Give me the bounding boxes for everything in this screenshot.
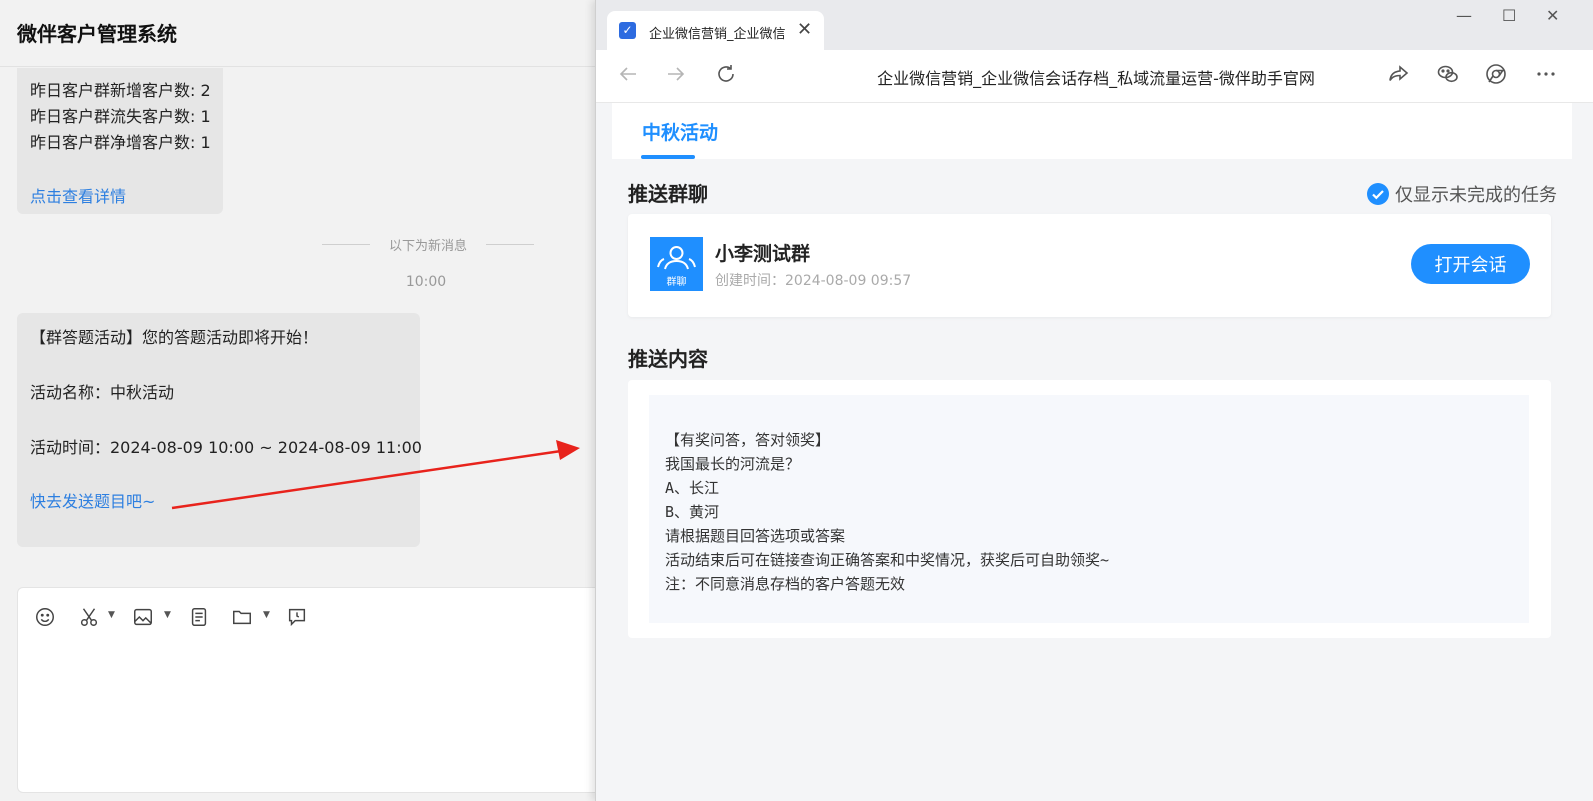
- tab-mid-autumn-activity[interactable]: 中秋活动: [642, 118, 718, 145]
- browser-window: ✓ 企业微信营销_企业微信 ✕ — ☐ ✕ 企业微信营销_企业微信会话存档_私域…: [595, 0, 1593, 801]
- page-content: 中秋活动 推送群聊 仅显示未完成的任务 群聊 小李测试群 创建时间：2024-0…: [596, 103, 1593, 801]
- browser-extension-icon[interactable]: [1484, 62, 1512, 90]
- chat-history-icon[interactable]: [286, 606, 312, 632]
- maximize-icon[interactable]: ☐: [1502, 6, 1516, 25]
- group-avatar: 群聊: [650, 237, 703, 291]
- header-divider: [0, 66, 600, 67]
- message-timestamp: 10:00: [405, 274, 447, 290]
- new-messages-divider: 以下为新消息: [388, 239, 467, 254]
- push-content-title: 推送内容: [628, 347, 708, 371]
- back-icon[interactable]: [616, 62, 644, 90]
- reload-icon[interactable]: [714, 62, 742, 90]
- group-card: 群聊 小李测试群 创建时间：2024-08-09 09:57 打开会话: [628, 214, 1551, 317]
- app-title: 微伴客户管理系统: [17, 22, 177, 46]
- active-tab-indicator: [641, 155, 695, 159]
- tab-title: 企业微信营销_企业微信: [649, 27, 786, 42]
- group-avatar-label: 群聊: [666, 277, 687, 288]
- push-content-card: 【有奖问答，答对领奖】 我国最长的河流是？ A、长江 B、黄河 请根据题目回答选…: [628, 380, 1551, 638]
- view-details-link[interactable]: 点击查看详情: [30, 183, 126, 207]
- divider-line-right: [486, 244, 534, 245]
- wechat-icon[interactable]: [1436, 62, 1464, 90]
- folder-dropdown-icon[interactable]: ▼: [263, 610, 270, 620]
- forward-icon[interactable]: [664, 62, 692, 90]
- site-favicon-icon: ✓: [619, 22, 636, 39]
- activity-tabs: 中秋活动: [612, 103, 1572, 159]
- content-line: 【有奖问答，答对领奖】: [665, 431, 831, 449]
- send-questions-link[interactable]: 快去发送题目吧~: [30, 488, 155, 512]
- stat-lost-customers: 昨日客户群流失客户数: 1: [30, 107, 211, 126]
- emoji-icon[interactable]: [34, 606, 60, 632]
- group-created-time: 创建时间：2024-08-09 09:57: [715, 273, 912, 289]
- content-line: B、黄河: [665, 503, 720, 521]
- push-group-title: 推送群聊: [628, 182, 708, 206]
- quiz-message-bubble: 【群答题活动】您的答题活动即将开始！ 活动名称：中秋活动 活动时间：2024-0…: [17, 313, 422, 547]
- open-conversation-button[interactable]: 打开会话: [1411, 244, 1530, 284]
- content-line: 注：不同意消息存档的客户答题无效: [665, 575, 906, 593]
- close-window-icon[interactable]: ✕: [1546, 6, 1559, 25]
- content-line: 请根据题目回答选项或答案: [665, 527, 846, 545]
- more-menu-icon[interactable]: [1534, 62, 1562, 90]
- divider-line-left: [322, 244, 370, 245]
- activity-time: 活动时间：2024-08-09 10:00 ~ 2024-08-09 11:00: [30, 438, 422, 457]
- content-line: 我国最长的河流是？: [665, 455, 801, 473]
- push-content-box: 【有奖问答，答对领奖】 我国最长的河流是？ A、长江 B、黄河 请根据题目回答选…: [649, 395, 1529, 623]
- address-bar[interactable]: 企业微信营销_企业微信会话存档_私域流量运营-微伴助手官网: [796, 65, 1396, 89]
- scissors-dropdown-icon[interactable]: ▼: [108, 610, 115, 620]
- document-icon[interactable]: [188, 606, 214, 632]
- chat-window: 微伴客户管理系统 昨日客户群新增客户数: 2 昨日客户群流失客户数: 1 昨日客…: [0, 0, 619, 801]
- content-line: 活动结束后可在链接查询正确答案和中奖情况，获奖后可自助领奖~: [665, 551, 1110, 569]
- folder-icon[interactable]: [231, 606, 257, 632]
- only-incomplete-label[interactable]: 仅显示未完成的任务: [1395, 181, 1557, 207]
- tab-close-icon[interactable]: ✕: [797, 19, 812, 40]
- navigation-bar: 企业微信营销_企业微信会话存档_私域流量运营-微伴助手官网: [596, 50, 1593, 103]
- content-line: A、长江: [665, 479, 720, 497]
- activity-name: 活动名称：中秋活动: [30, 383, 175, 402]
- tab-strip: ✓ 企业微信营销_企业微信 ✕ — ☐ ✕: [596, 0, 1593, 50]
- scissors-icon[interactable]: [78, 606, 104, 632]
- minimize-icon[interactable]: —: [1456, 6, 1472, 25]
- stat-net-customers: 昨日客户群净增客户数: 1: [30, 133, 211, 152]
- browser-tab[interactable]: ✓ 企业微信营销_企业微信 ✕: [607, 11, 824, 50]
- quiz-heading: 【群答题活动】您的答题活动即将开始！: [30, 328, 319, 347]
- group-name: 小李测试群: [715, 243, 811, 265]
- stats-message-bubble: 昨日客户群新增客户数: 2 昨日客户群流失客户数: 1 昨日客户群净增客户数: …: [17, 68, 223, 214]
- share-icon[interactable]: [1386, 62, 1414, 90]
- checkbox-checked-icon[interactable]: [1367, 183, 1389, 205]
- message-composer[interactable]: ▼ ▼ ▼: [17, 587, 619, 793]
- image-dropdown-icon[interactable]: ▼: [164, 610, 171, 620]
- image-icon[interactable]: [132, 606, 158, 632]
- stat-new-customers: 昨日客户群新增客户数: 2: [30, 81, 211, 100]
